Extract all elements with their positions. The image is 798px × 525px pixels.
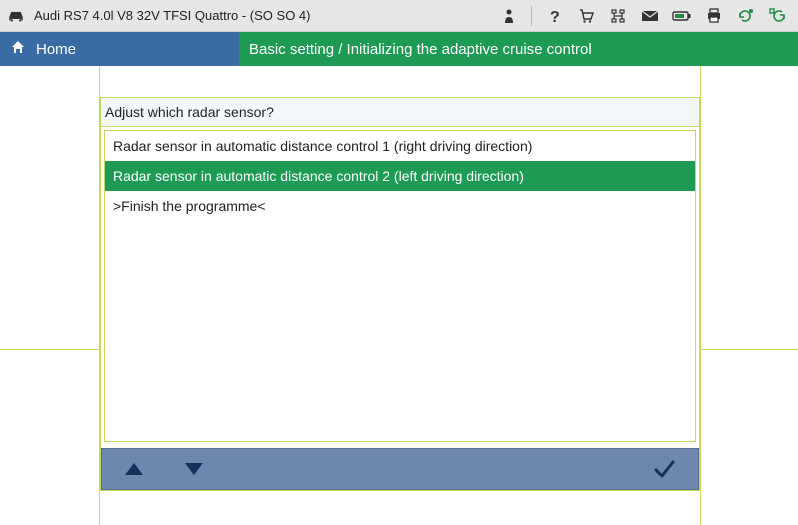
option-radar-1[interactable]: Radar sensor in automatic distance contr… [105,131,695,161]
nav-bar: Home Basic setting / Initializing the ad… [0,32,798,66]
toolbar: ? [499,6,792,26]
tree-icon[interactable] [608,6,628,26]
svg-text:?: ? [550,9,560,24]
home-label: Home [36,41,76,58]
dialog-prompt: Adjust which radar sensor? [101,98,699,127]
option-list: Radar sensor in automatic distance contr… [104,130,696,442]
grid-line [700,66,701,525]
dialog: Adjust which radar sensor? Radar sensor … [100,97,700,491]
dialog-footer [101,448,699,490]
option-radar-2[interactable]: Radar sensor in automatic distance contr… [105,161,695,191]
print-icon[interactable] [704,6,724,26]
title-bar: Audi RS7 4.0l V8 32V TFSI Quattro - (SO … [0,0,798,32]
down-button[interactable] [166,452,222,486]
window-title: Audi RS7 4.0l V8 32V TFSI Quattro - (SO … [34,8,499,23]
toolbar-divider [531,6,532,26]
up-button[interactable] [106,452,162,486]
sync-icon[interactable] [768,6,788,26]
home-icon [10,39,26,59]
option-finish[interactable]: >Finish the programme< [105,191,695,221]
person-icon[interactable] [499,6,519,26]
breadcrumb: Basic setting / Initializing the adaptiv… [239,32,798,66]
cart-icon[interactable] [576,6,596,26]
help-icon[interactable]: ? [544,6,564,26]
confirm-button[interactable] [634,452,694,486]
mail-icon[interactable] [640,6,660,26]
refresh-icon[interactable] [736,6,756,26]
home-tab[interactable]: Home [0,32,239,66]
battery-icon[interactable] [672,6,692,26]
breadcrumb-text: Basic setting / Initializing the adaptiv… [249,41,592,58]
work-area: Adjust which radar sensor? Radar sensor … [0,66,798,525]
car-icon [6,6,26,26]
